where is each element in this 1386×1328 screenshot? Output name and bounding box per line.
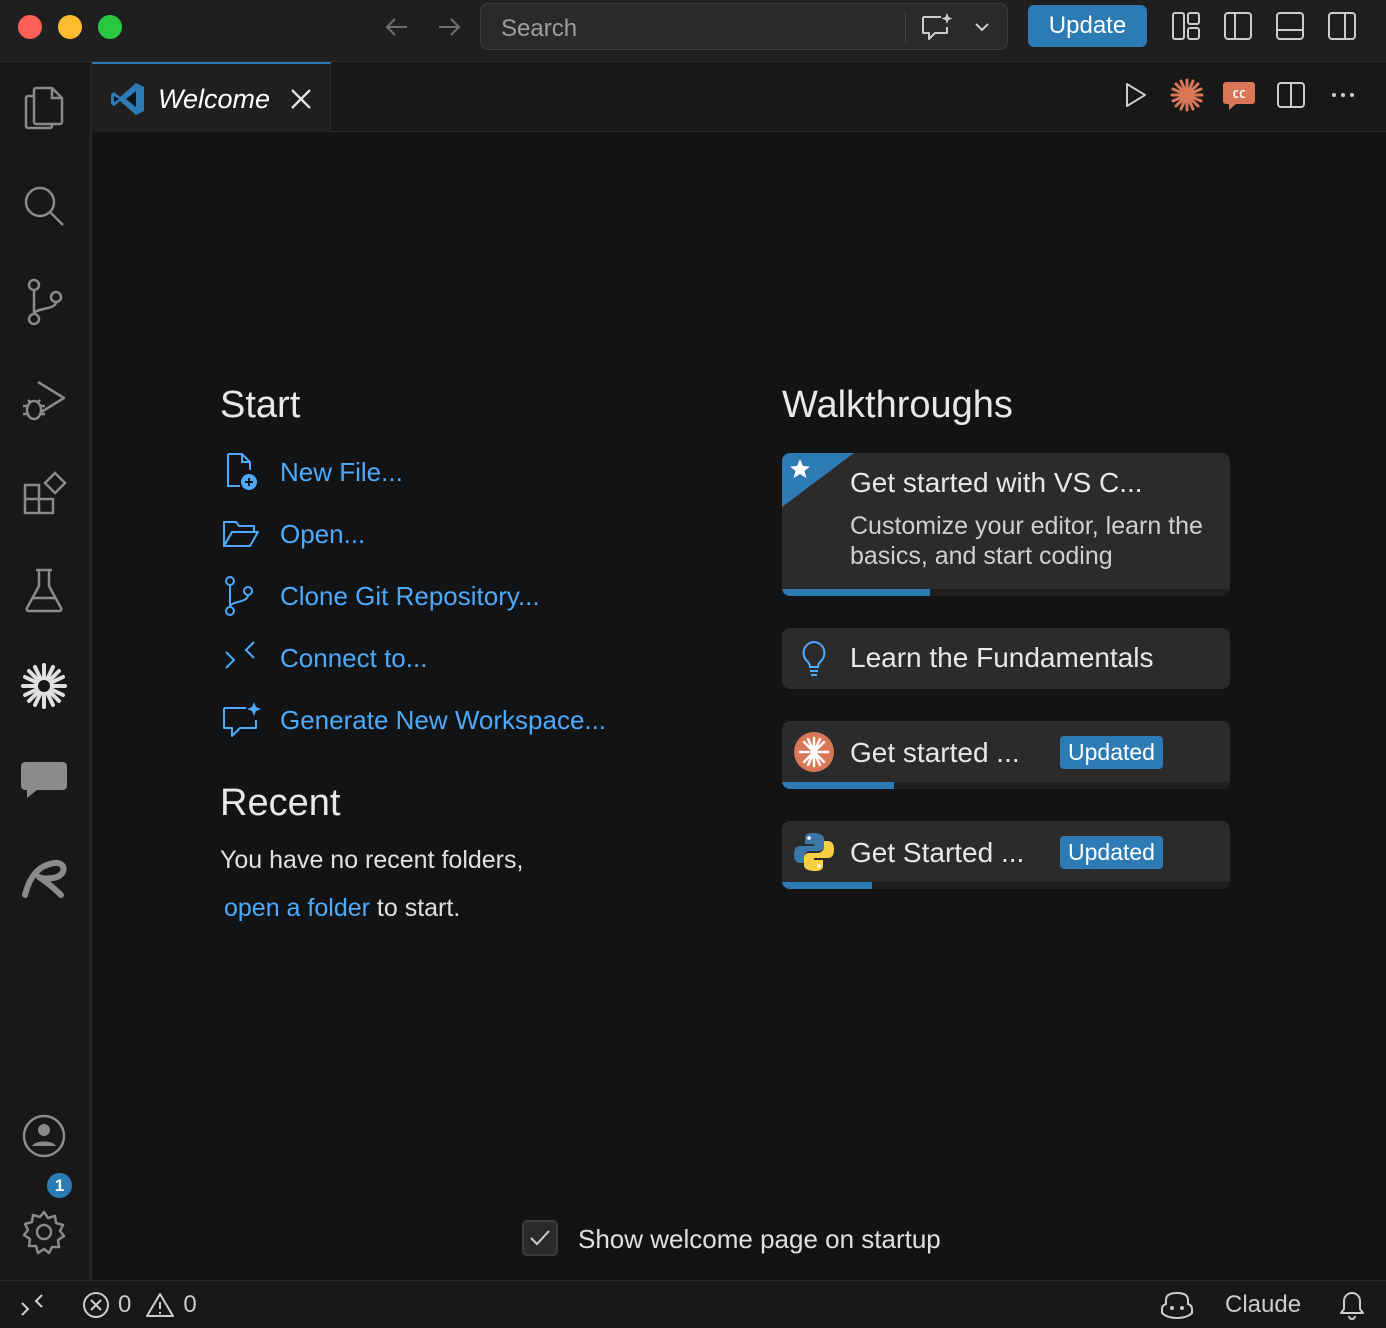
split-editor-icon[interactable] [1274, 78, 1308, 112]
maximize-window-button[interactable] [98, 15, 122, 39]
open-folder-link[interactable]: open a folder [224, 894, 370, 922]
walkthrough-get-started-vscode[interactable]: Get started with VS C... Customize your … [782, 453, 1230, 596]
replit-icon[interactable] [18, 852, 70, 904]
warning-count: 0 [183, 1291, 197, 1318]
open-label: Open... [280, 518, 366, 549]
activity-bar [0, 62, 91, 1280]
chevron-down-icon[interactable] [971, 16, 993, 38]
remote-icon [220, 636, 268, 680]
walkthrough-progress [782, 782, 894, 789]
copilot-icon[interactable] [1160, 1289, 1194, 1321]
notifications-bell-icon[interactable] [1338, 1289, 1366, 1321]
claude-status-label[interactable]: Claude [1225, 1289, 1301, 1321]
walkthrough-title: Get started ... [850, 737, 1020, 768]
clone-git-label: Clone Git Repository... [280, 580, 540, 611]
walkthrough-title: Get started with VS C... [850, 467, 1143, 498]
walkthrough-python[interactable]: Get Started ... Updated [782, 821, 1230, 889]
status-bar: 0 0 Claude [0, 1280, 1386, 1328]
walkthrough-learn-fundamentals[interactable]: Learn the Fundamentals [782, 628, 1230, 689]
recent-suffix: to start. [376, 894, 461, 922]
chat-bubble-icon[interactable] [18, 754, 70, 806]
run-icon[interactable] [1118, 78, 1152, 112]
folder-open-icon [220, 512, 268, 556]
walkthrough-description: Customize your editor, learn the basics,… [850, 512, 1203, 570]
search-placeholder: Search [501, 15, 578, 42]
command-center-search[interactable]: Search [480, 3, 1008, 50]
updated-badge: Updated [1060, 736, 1163, 769]
connect-to-label: Connect to... [280, 642, 428, 673]
problems-indicator[interactable]: 0 0 [82, 1289, 197, 1321]
vscode-logo-icon [110, 81, 146, 117]
walkthrough-claude[interactable]: Get started ... Updated [782, 721, 1230, 789]
walkthrough-progress [782, 882, 872, 889]
title-bar: Search Update [0, 0, 1386, 62]
toggle-panel-icon[interactable] [1274, 10, 1306, 42]
close-window-button[interactable] [18, 15, 42, 39]
generate-new-workspace-link[interactable]: Generate New Workspace... [220, 698, 606, 742]
svg-text:CC: CC [1232, 88, 1245, 101]
generate-workspace-label: Generate New Workspace... [280, 704, 607, 735]
star-icon [782, 453, 854, 509]
new-file-label: New File... [280, 456, 403, 487]
open-link[interactable]: Open... [220, 512, 365, 556]
back-arrow-icon[interactable] [382, 12, 412, 42]
extensions-icon[interactable] [18, 468, 70, 520]
run-and-debug-icon[interactable] [18, 374, 70, 426]
explorer-icon[interactable] [18, 82, 70, 134]
walkthrough-title: Get Started ... [850, 837, 1025, 868]
chat-sparkle-icon[interactable] [919, 11, 955, 43]
clone-git-repository-link[interactable]: Clone Git Repository... [220, 574, 540, 618]
toggle-secondary-sidebar-icon[interactable] [1326, 10, 1358, 42]
claude-sparkle-icon[interactable] [18, 660, 70, 712]
walkthrough-title: Learn the Fundamentals [850, 642, 1154, 673]
close-icon[interactable] [288, 86, 314, 112]
recent-empty-text: You have no recent folders, [220, 846, 524, 874]
new-file-link[interactable]: New File... [220, 450, 403, 494]
show-welcome-label: Show welcome page on startup [578, 1224, 941, 1254]
more-actions-icon[interactable] [1326, 78, 1360, 112]
source-control-icon[interactable] [18, 276, 70, 328]
minimize-window-button[interactable] [58, 15, 82, 39]
lightbulb-icon [792, 636, 836, 680]
walkthrough-progress [782, 589, 930, 596]
claude-chat-icon[interactable]: CC [1222, 78, 1256, 112]
search-icon[interactable] [18, 180, 70, 232]
testing-flask-icon[interactable] [18, 564, 70, 616]
forward-arrow-icon[interactable] [434, 12, 464, 42]
settings-update-badge: 1 [44, 1170, 75, 1201]
divider [905, 12, 906, 42]
customize-layout-icon[interactable] [1170, 10, 1202, 42]
updated-badge: Updated [1060, 836, 1163, 869]
error-icon [83, 1292, 109, 1318]
settings-gear-icon[interactable] [18, 1206, 70, 1258]
remote-icon[interactable] [18, 1289, 46, 1321]
recent-heading: Recent [220, 782, 341, 824]
tab-title: Welcome [158, 84, 271, 114]
python-icon [792, 830, 836, 874]
show-welcome-checkbox[interactable] [522, 1220, 558, 1256]
checkmark-icon [530, 1230, 550, 1246]
toggle-primary-sidebar-icon[interactable] [1222, 10, 1254, 42]
source-control-icon [220, 574, 268, 618]
update-button[interactable]: Update [1028, 5, 1147, 47]
recent-empty-line2: open a folder to start. [224, 894, 460, 923]
account-icon[interactable] [18, 1110, 70, 1162]
warning-icon [146, 1293, 175, 1317]
start-heading: Start [220, 384, 301, 426]
connect-to-link[interactable]: Connect to... [220, 636, 427, 680]
new-file-icon [220, 450, 268, 494]
chat-sparkle-icon [220, 698, 268, 742]
error-count: 0 [118, 1291, 132, 1318]
claude-icon [792, 730, 836, 774]
walkthroughs-heading: Walkthroughs [782, 384, 1013, 426]
editor-tabs-bar: Welcome CC [92, 62, 1386, 132]
claude-code-icon[interactable] [1170, 78, 1204, 112]
tab-welcome[interactable]: Welcome [92, 62, 331, 132]
